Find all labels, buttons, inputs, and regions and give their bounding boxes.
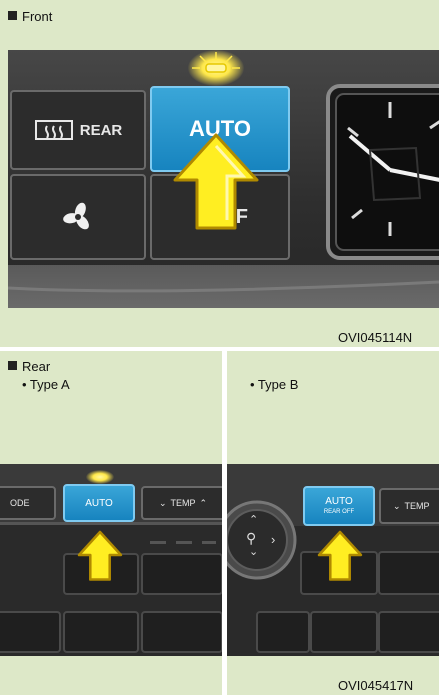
type-b-temp-label: TEMP (404, 501, 430, 511)
arrow-up-icon (173, 133, 259, 230)
front-image-code: OVI045114N (338, 330, 413, 345)
square-bullet-icon (8, 361, 17, 370)
type-b-auto-button[interactable]: AUTO REAR OFF (303, 486, 375, 526)
arrow-up-icon (77, 530, 123, 581)
fan-icon (63, 202, 89, 230)
arrow-up-icon (317, 530, 363, 581)
type-a-temp-label: TEMP (170, 498, 196, 508)
type-b-label: • Type B (250, 377, 299, 392)
fan-button[interactable] (10, 174, 146, 260)
dial-right-arrow-icon: › (271, 532, 276, 547)
chevron-up-icon: ⌃ (199, 497, 208, 508)
type-b-photo: ⚲ ⌃ ⌄ › AUTO REAR OFF ⌄ TEMP (227, 464, 439, 656)
type-a-mode-button[interactable]: ODE (0, 486, 56, 520)
rear-defrost-button[interactable]: REAR (10, 90, 146, 170)
type-a-photo: ODE AUTO ⌄ TEMP ⌃ (0, 464, 222, 656)
type-a-indicator-icon (86, 470, 114, 484)
chevron-down-icon: ⌄ (393, 500, 401, 511)
rear-defrost-icon (34, 120, 73, 140)
type-a-label: • Type A (22, 377, 70, 392)
type-a-mode-label: ODE (10, 498, 30, 508)
chevron-down-icon: ⌄ (158, 497, 167, 508)
type-b-temp-button[interactable]: ⌄ TEMP (379, 488, 439, 524)
rear-heading: Rear (8, 359, 50, 374)
front-photo: REAR AUTO F (8, 50, 439, 308)
front-heading: Front (8, 9, 52, 24)
square-bullet-icon (8, 11, 17, 20)
type-a-temp-button[interactable]: ⌄ TEMP ⌃ (141, 486, 222, 520)
rear-button-label: REAR (79, 121, 123, 139)
indicator-rays (192, 52, 240, 87)
dial-arrows: ⌃ ⌄ (249, 514, 259, 558)
rear-image-code: OVI045417N (338, 678, 414, 693)
type-b-auto-label: AUTO (325, 496, 353, 507)
type-b-auto-sub-label: REAR OFF (323, 509, 355, 515)
type-a-auto-label: AUTO (85, 497, 113, 509)
clock-icon (326, 84, 439, 260)
type-a-auto-button[interactable]: AUTO (63, 484, 135, 522)
